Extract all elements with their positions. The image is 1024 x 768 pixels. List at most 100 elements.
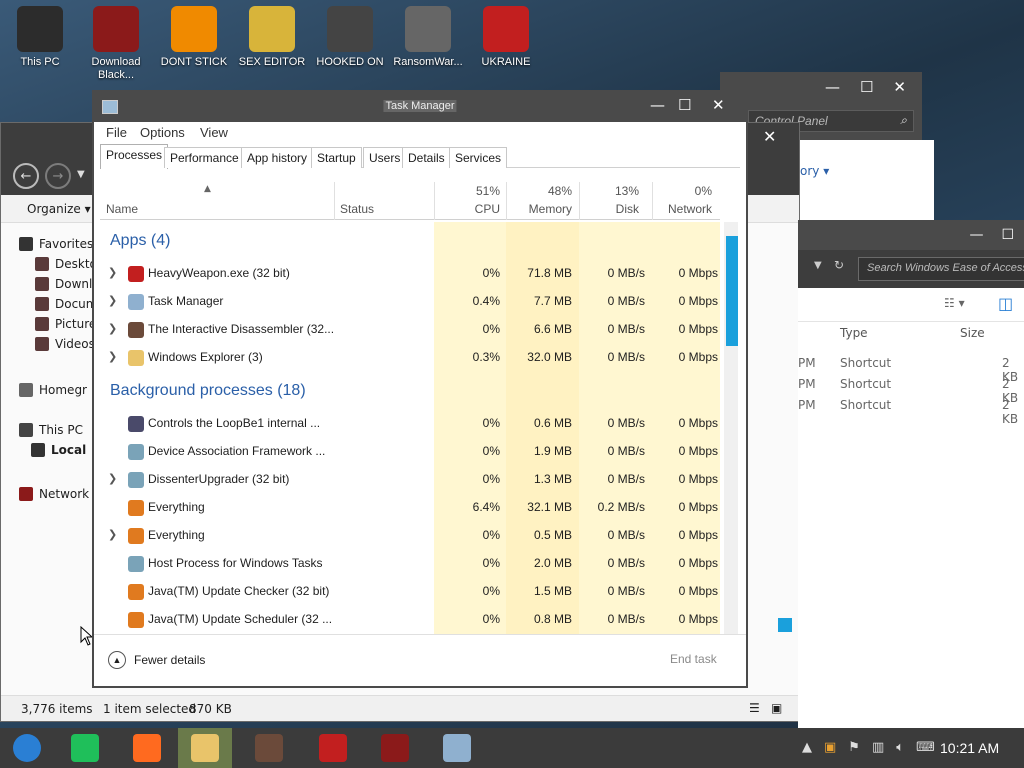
tab-processes[interactable]: Processes (100, 144, 169, 169)
menu-view[interactable]: View (200, 125, 228, 140)
chevron-right-icon[interactable]: ❯ (108, 294, 117, 307)
process-scrollbar[interactable] (724, 222, 738, 634)
task-manager-titlebar[interactable]: Task Manager — ☐ ✕ (94, 92, 746, 122)
chevron-down-icon[interactable]: ▼ (814, 260, 822, 271)
view-options-icon[interactable]: ☷ ▾ (944, 296, 965, 310)
tray-app-icon[interactable]: ▣ (824, 740, 836, 755)
taskbar-button[interactable] (0, 728, 54, 768)
forward-icon[interactable]: → (45, 163, 71, 189)
tree-item[interactable]: Downl (35, 277, 92, 291)
network-total: 0% (694, 184, 712, 198)
minimize-icon[interactable]: — (650, 96, 665, 114)
process-row[interactable]: ❯ DissenterUpgrader (32 bit) 0% 1.3 MB 0… (100, 466, 720, 494)
process-row[interactable]: ❯ Windows Explorer (3) 0.3% 32.0 MB 0 MB… (100, 344, 720, 372)
column-status[interactable]: Status (340, 202, 374, 216)
keyboard-icon[interactable]: ⌨ (916, 740, 935, 755)
task-manager-window[interactable]: Task Manager — ☐ ✕ File Options View Pro… (92, 90, 748, 688)
maximize-icon[interactable]: ☐ (860, 78, 873, 96)
maximize-icon[interactable]: ☐ (678, 96, 691, 114)
desktop-icon[interactable]: Download Black... (78, 6, 154, 82)
organize-button[interactable]: Organize ▾ (27, 202, 91, 216)
minimize-icon[interactable]: — (969, 227, 983, 243)
close-icon[interactable]: ✕ (893, 78, 906, 96)
tab-services[interactable]: Services (449, 147, 508, 168)
tree-item[interactable]: Docum (35, 297, 97, 311)
tree-item[interactable]: This PC (19, 423, 83, 437)
tab-startup[interactable]: Startup (311, 147, 362, 168)
process-row[interactable]: ❯ HeavyWeapon.exe (32 bit) 0% 71.8 MB 0 … (100, 260, 720, 288)
desktop-icon[interactable]: This PC (2, 6, 78, 69)
tree-item[interactable]: Videos (35, 337, 95, 351)
column-memory[interactable]: Memory (506, 202, 572, 216)
end-task-button[interactable]: End task (670, 652, 717, 666)
process-row[interactable]: Java(TM) Update Scheduler (32 ... 0% 0.8… (100, 606, 720, 634)
tab-app-history[interactable]: App history (241, 147, 314, 168)
fewer-details-button[interactable]: ▲ Fewer details (108, 651, 205, 669)
menu-options[interactable]: Options (140, 125, 185, 140)
search-icon[interactable]: ⌕ (900, 113, 907, 128)
tree-item[interactable]: Local (31, 443, 86, 457)
service-icon (128, 444, 144, 460)
desktop-icon[interactable]: UKRAINE (468, 6, 544, 69)
tab-details[interactable]: Details (402, 147, 451, 168)
process-row[interactable]: ❯ Task Manager 0.4% 7.7 MB 0 MB/s 0 Mbps (100, 288, 720, 316)
sort-up-icon[interactable]: ▲ (204, 184, 211, 194)
preview-pane-icon[interactable]: ◫ (998, 294, 1013, 313)
chevron-right-icon[interactable]: ❯ (108, 528, 117, 541)
column-cpu[interactable]: CPU (440, 202, 500, 216)
desktop-icon[interactable]: SEX EDITOR (234, 6, 310, 69)
process-row[interactable]: Controls the LoopBe1 internal ... 0% 0.6… (100, 410, 720, 438)
tree-item[interactable]: Network (19, 487, 89, 501)
ease-of-access-window[interactable]: — ☐ ▼ ↻ Search Windows Ease of Access ☷ … (778, 220, 1024, 728)
column-network[interactable]: Network (652, 202, 712, 216)
tree-item[interactable]: Deskto (35, 257, 97, 271)
taskbar-button[interactable] (306, 728, 360, 768)
minimize-icon[interactable]: — (825, 78, 840, 96)
chevron-right-icon[interactable]: ❯ (108, 472, 117, 485)
tiles-view-icon[interactable]: ▣ (771, 701, 782, 715)
flag-icon[interactable]: ⚑ (848, 740, 860, 755)
process-row[interactable]: ❯ The Interactive Disassembler (32... 0%… (100, 316, 720, 344)
taskbar-button[interactable] (178, 728, 232, 768)
tab-performance[interactable]: Performance (164, 147, 245, 168)
column-type[interactable]: Type (840, 326, 868, 340)
network-icon[interactable]: ▥ (872, 740, 884, 755)
back-icon[interactable]: ← (13, 163, 39, 189)
process-row[interactable]: Everything 6.4% 32.1 MB 0.2 MB/s 0 Mbps (100, 494, 720, 522)
desktop-icon[interactable]: RansomWar... (390, 6, 466, 69)
chevron-right-icon[interactable]: ❯ (108, 266, 117, 279)
tree-item[interactable]: Picture (35, 317, 96, 331)
process-row[interactable]: Java(TM) Update Checker (32 bit) 0% 1.5 … (100, 578, 720, 606)
clock[interactable]: 10:21 AM (940, 740, 999, 756)
taskbar-button[interactable] (242, 728, 296, 768)
desktop-icon[interactable]: HOOKED ON (312, 6, 388, 69)
ease-search-input[interactable]: Search Windows Ease of Access (858, 257, 1024, 281)
chevron-down-icon[interactable]: ▼ (77, 169, 85, 189)
details-view-icon[interactable]: ☰ (749, 701, 760, 715)
tree-item[interactable]: Homegr (19, 383, 87, 397)
scrollbar-thumb[interactable] (726, 236, 738, 346)
chevron-right-icon[interactable]: ❯ (108, 322, 117, 335)
maximize-icon[interactable]: ☐ (1001, 227, 1014, 243)
desktop-icon[interactable]: DONT STICK (156, 6, 232, 69)
close-icon[interactable]: ✕ (712, 96, 725, 114)
category-link[interactable]: ory ▾ (800, 164, 829, 178)
chevron-right-icon[interactable]: ❯ (108, 350, 117, 363)
taskbar-button[interactable] (368, 728, 422, 768)
close-icon[interactable]: ✕ (763, 127, 776, 146)
taskbar-button[interactable] (430, 728, 484, 768)
process-row[interactable]: ❯ Everything 0% 0.5 MB 0 MB/s 0 Mbps (100, 522, 720, 550)
taskbar-button[interactable] (120, 728, 174, 768)
refresh-icon[interactable]: ↻ (834, 258, 844, 272)
menu-file[interactable]: File (106, 125, 127, 140)
process-row[interactable]: Host Process for Windows Tasks 0% 2.0 MB… (100, 550, 720, 578)
column-name[interactable]: Name (106, 202, 138, 216)
show-hidden-icons-icon[interactable]: ▲ (802, 740, 812, 755)
process-row[interactable]: Device Association Framework ... 0% 1.9 … (100, 438, 720, 466)
column-size[interactable]: Size (960, 326, 985, 340)
volume-icon[interactable]: 🔈︎ (896, 740, 904, 755)
column-disk[interactable]: Disk (579, 202, 639, 216)
taskbar-button[interactable] (58, 728, 112, 768)
tree-item[interactable]: Favorites (19, 237, 93, 251)
tab-users[interactable]: Users (363, 147, 407, 168)
